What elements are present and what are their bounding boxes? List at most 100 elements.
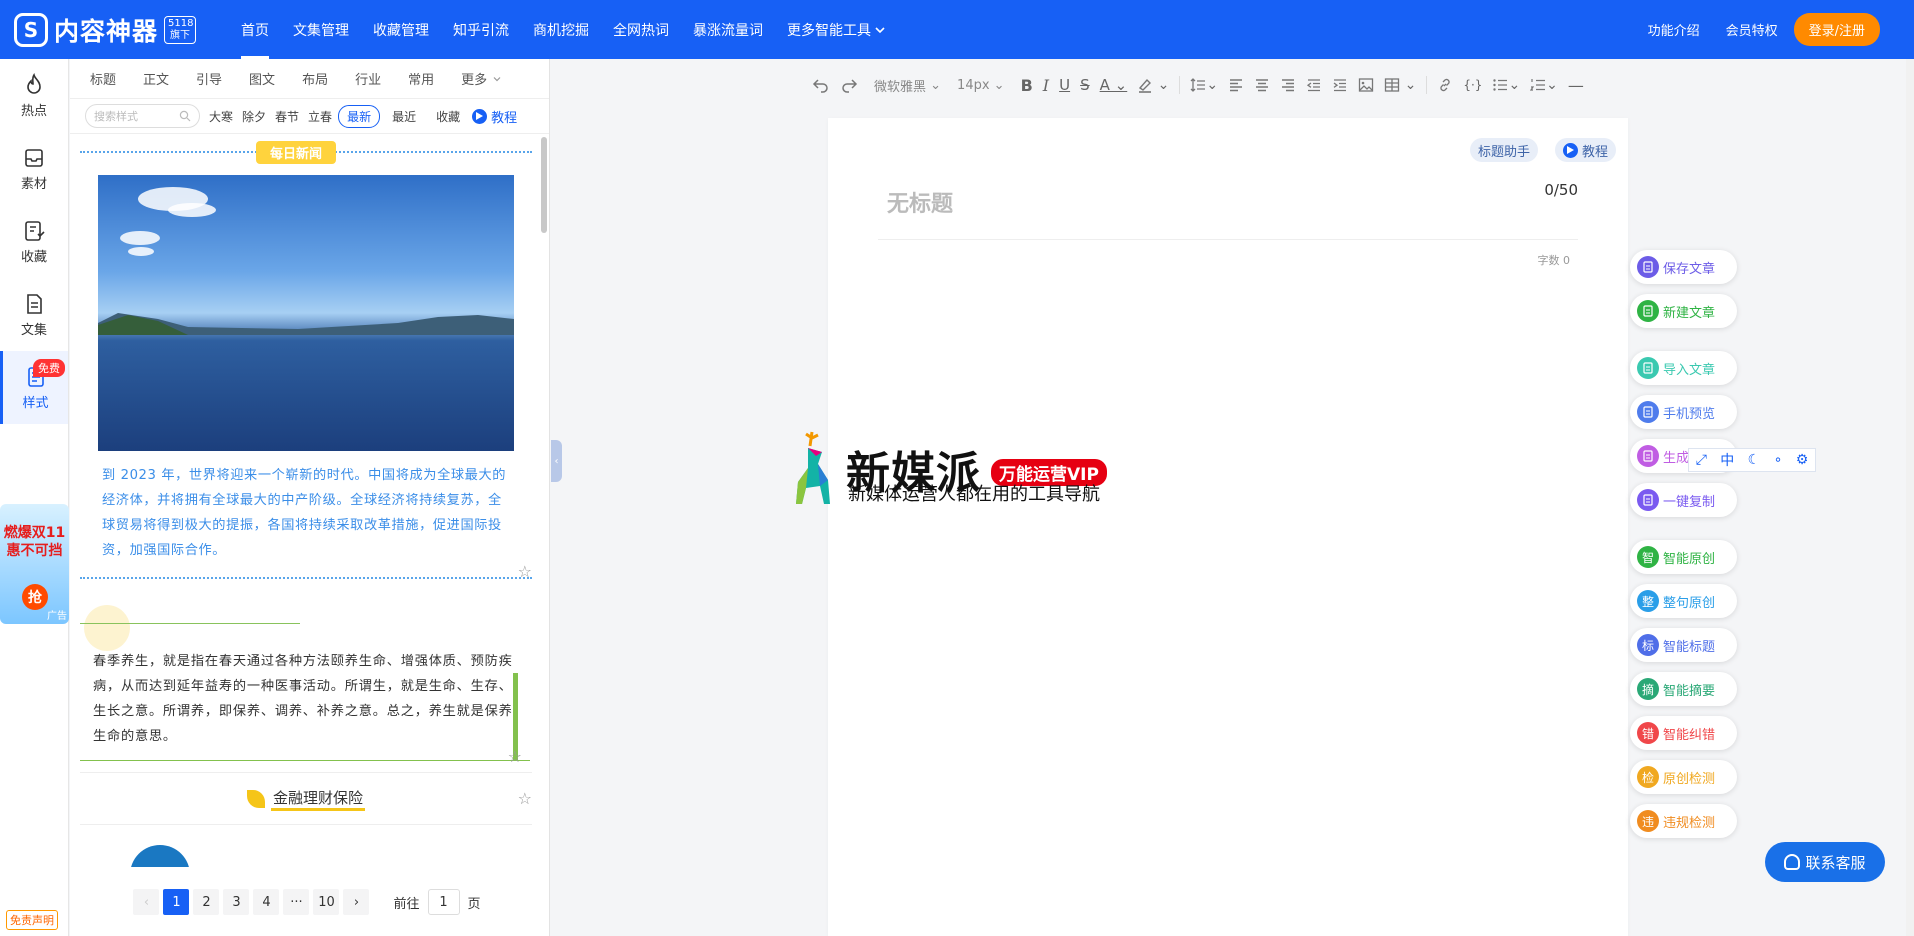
save-article-button[interactable]: 保存文章 <box>1630 250 1737 284</box>
gear-icon[interactable]: ⚙ <box>1796 452 1809 468</box>
new-article-button[interactable]: 新建文章 <box>1630 294 1737 328</box>
editor-canvas[interactable]: 标题助手 教程 无标题 0/50 字数 0 <box>828 118 1628 936</box>
ordered-list-icon[interactable]: ⌄ <box>1530 77 1558 93</box>
style-card-next[interactable] <box>80 825 532 867</box>
one-click-copy-button[interactable]: 一键复制 <box>1630 483 1737 517</box>
nav-home[interactable]: 首页 <box>241 0 270 59</box>
logo[interactable]: S 内容神器 5118 旗下 <box>14 12 197 48</box>
smart-original-button[interactable]: 智智能原创 <box>1630 540 1737 574</box>
prev-page-button[interactable]: ‹ <box>133 889 160 915</box>
nav-collection-manage[interactable]: 文集管理 <box>293 0 349 59</box>
indent-decrease-icon[interactable] <box>1306 77 1322 93</box>
bullet-list-icon[interactable]: ⌄ <box>1492 77 1520 93</box>
page-ellipsis[interactable]: ··· <box>283 889 310 915</box>
indent-increase-icon[interactable] <box>1332 77 1348 93</box>
lang-toggle[interactable]: 中 <box>1720 450 1734 470</box>
nav-favorites-manage[interactable]: 收藏管理 <box>373 0 429 59</box>
tab-more[interactable]: 更多 <box>461 69 502 88</box>
page-scrollbar[interactable] <box>1906 59 1914 936</box>
code-icon[interactable]: {·} <box>1463 78 1482 92</box>
align-left-icon[interactable] <box>1228 77 1244 93</box>
feature-intro-link[interactable]: 功能介绍 <box>1648 20 1700 39</box>
page-3[interactable]: 3 <box>223 889 250 915</box>
tutorial-link[interactable]: 教程 <box>472 107 517 126</box>
image-icon[interactable] <box>1358 77 1374 93</box>
original-check-button[interactable]: 检原创检测 <box>1630 760 1737 794</box>
filter-chuxi[interactable]: 除夕 <box>242 108 266 125</box>
redo-icon[interactable] <box>840 76 858 94</box>
align-right-icon[interactable] <box>1280 77 1296 93</box>
style-card-finance[interactable]: 金融理财保险 ☆ <box>80 773 532 825</box>
filter-dahan[interactable]: 大寒 <box>209 108 233 125</box>
star-icon[interactable]: ☆ <box>518 789 532 808</box>
tab-guide[interactable]: 引导 <box>196 69 222 88</box>
disclaimer-link[interactable]: 免责声明 <box>6 910 58 930</box>
star-icon[interactable]: ☆ <box>518 562 532 581</box>
tab-layout[interactable]: 布局 <box>302 69 328 88</box>
sidebar-item-style[interactable]: 样式 免费 <box>0 351 68 424</box>
smart-correction-button[interactable]: 错智能纠错 <box>1630 716 1737 750</box>
tab-image-text[interactable]: 图文 <box>249 69 275 88</box>
style-list[interactable]: 每日新闻 到 2023 年，世界将迎来一个崭新的时代。中国将成为全球最大的经济体… <box>70 137 542 867</box>
title-input[interactable]: 无标题 <box>887 186 953 218</box>
sort-latest[interactable]: 最新 <box>338 104 381 128</box>
filter-chunjie[interactable]: 春节 <box>275 108 299 125</box>
login-register-button[interactable]: 登录/注册 <box>1793 13 1880 46</box>
style-card-news[interactable]: 每日新闻 到 2023 年，世界将迎来一个崭新的时代。中国将成为全球最大的经济体… <box>80 141 532 581</box>
filter-lichun[interactable]: 立春 <box>308 108 332 125</box>
nav-hot-words[interactable]: 全网热词 <box>613 0 669 59</box>
sidebar-item-collection[interactable]: 文集 <box>0 278 68 351</box>
bold-icon[interactable]: B <box>1021 76 1033 95</box>
collapse-panel-button[interactable]: ‹ <box>551 440 562 482</box>
expand-icon[interactable]: ⤢ <box>1696 452 1707 468</box>
strikethrough-icon[interactable]: S <box>1080 76 1090 94</box>
table-icon[interactable]: ⌄ <box>1384 77 1416 93</box>
highlight-icon[interactable]: ⌄ <box>1137 77 1169 93</box>
page-4[interactable]: 4 <box>253 889 280 915</box>
align-center-icon[interactable] <box>1254 77 1270 93</box>
undo-icon[interactable] <box>812 76 830 94</box>
font-family-select[interactable]: 微软雅黑 ⌄ <box>874 76 941 95</box>
sentence-original-button[interactable]: 整整句原创 <box>1630 584 1737 618</box>
member-privilege-link[interactable]: 会员特权 <box>1726 20 1778 39</box>
sort-recent[interactable]: 最近 <box>392 108 416 125</box>
editor-tutorial-button[interactable]: 教程 <box>1554 138 1616 162</box>
page-1[interactable]: 1 <box>163 889 190 915</box>
goto-page-input[interactable]: 1 <box>427 889 460 915</box>
nav-zhihu-traffic[interactable]: 知乎引流 <box>453 0 509 59</box>
page-2[interactable]: 2 <box>193 889 220 915</box>
smart-summary-button[interactable]: 摘智能摘要 <box>1630 672 1737 706</box>
next-page-button[interactable]: › <box>343 889 370 915</box>
style-card-health[interactable]: 春季养生，就是指在春天通过各种方法颐养生命、增强体质、预防疾病，从而达到延年益寿… <box>80 593 532 773</box>
mobile-preview-button[interactable]: 手机预览 <box>1630 395 1737 429</box>
promo-ad-banner[interactable]: 燃爆双11 惠不可挡 抢 广告 <box>0 504 69 624</box>
import-article-button[interactable]: 导入文章 <box>1630 351 1737 385</box>
sidebar-item-hot[interactable]: 热点 <box>0 59 68 132</box>
line-height-icon[interactable]: ⌄ <box>1190 77 1218 93</box>
underline-icon[interactable]: U <box>1059 76 1070 94</box>
ad-grab-button[interactable]: 抢 <box>22 584 48 610</box>
title-helper-button[interactable]: 标题助手 <box>1469 138 1538 162</box>
horizontal-rule-icon[interactable]: — <box>1568 76 1584 95</box>
sidebar-item-favorite[interactable]: 收藏 <box>0 205 68 278</box>
font-color-icon[interactable]: A ⌄ <box>1100 76 1128 94</box>
customer-service-button[interactable]: 联系客服 <box>1765 842 1885 882</box>
nav-more-tools[interactable]: 更多智能工具 <box>787 0 886 59</box>
star-icon[interactable]: ☆ <box>508 747 522 766</box>
nav-business-mining[interactable]: 商机挖掘 <box>533 0 589 59</box>
dots-icon[interactable]: ∘ <box>1774 452 1783 468</box>
smart-title-button[interactable]: 标智能标题 <box>1630 628 1737 662</box>
sidebar-item-material[interactable]: 素材 <box>0 132 68 205</box>
tab-body[interactable]: 正文 <box>143 69 169 88</box>
italic-icon[interactable]: I <box>1043 76 1049 95</box>
tab-title[interactable]: 标题 <box>90 69 116 88</box>
tab-industry[interactable]: 行业 <box>355 69 381 88</box>
moon-icon[interactable]: ☾ <box>1748 452 1761 468</box>
tab-common[interactable]: 常用 <box>408 69 434 88</box>
sort-favorite[interactable]: 收藏 <box>436 108 460 125</box>
link-icon[interactable] <box>1437 77 1453 93</box>
nav-surge-words[interactable]: 暴涨流量词 <box>693 0 763 59</box>
style-search-input[interactable]: 搜索样式 <box>85 104 200 128</box>
panel-scrollbar[interactable] <box>541 137 547 233</box>
page-10[interactable]: 10 <box>313 889 340 915</box>
